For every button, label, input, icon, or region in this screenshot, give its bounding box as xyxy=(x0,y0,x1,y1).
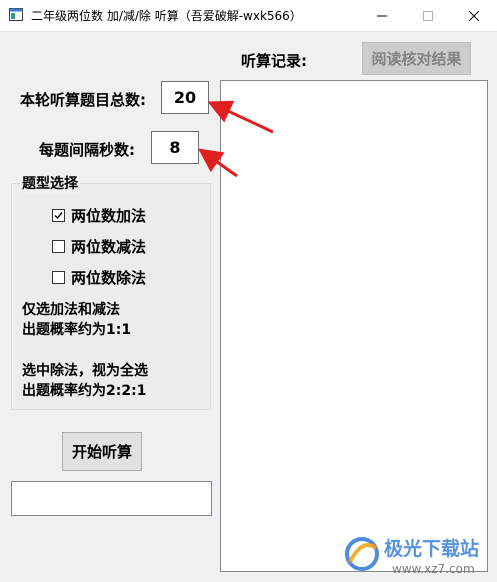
watermark-url: www.xz7.com xyxy=(392,562,475,576)
arrow-to-total-icon xyxy=(207,100,274,134)
maximize-icon xyxy=(423,10,433,21)
annotation-arrows xyxy=(198,100,274,178)
checkbox-division-label: 两位数除法 xyxy=(71,269,147,287)
app-icon xyxy=(9,8,23,21)
checkbox-subtraction-label: 两位数减法 xyxy=(71,238,147,256)
minimize-icon xyxy=(377,15,387,16)
watermark: 极光下载站 www.xz7.com xyxy=(336,526,496,582)
question-type-title: 题型选择 xyxy=(20,173,80,193)
maximize-button[interactable] xyxy=(405,0,451,31)
checkbox-division[interactable]: 两位数除法 xyxy=(52,267,146,288)
arrow-to-interval-icon xyxy=(198,148,238,178)
note-division-line1: 选中除法，视为全选 xyxy=(22,363,148,379)
checkbox-subtraction-box[interactable] xyxy=(52,240,65,253)
check-icon xyxy=(54,212,63,220)
checkbox-addition-label: 两位数加法 xyxy=(71,207,147,225)
aurora-logo-icon xyxy=(345,537,379,571)
check-results-button[interactable]: 阅读核对结果 xyxy=(362,42,471,75)
status-field[interactable] xyxy=(11,481,212,516)
total-questions-label: 本轮听算题目总数: xyxy=(20,91,146,109)
interval-seconds-input[interactable]: 8 xyxy=(151,131,199,164)
checkbox-subtraction[interactable]: 两位数减法 xyxy=(52,236,146,257)
note-division-line2: 出题概率约为2:2:1 xyxy=(22,383,147,399)
note-add-sub-line1: 仅选加法和减法 xyxy=(22,302,120,318)
watermark-brand: 极光下载站 xyxy=(384,538,480,560)
title-bar: 二年级两位数 加/减/除 听算（吾爱破解-wxk566） xyxy=(0,0,497,32)
window-title: 二年级两位数 加/减/除 听算（吾爱破解-wxk566） xyxy=(31,9,302,23)
note-add-sub: 仅选加法和减法 出题概率约为1:1 xyxy=(22,300,131,340)
checkbox-division-box[interactable] xyxy=(52,271,65,284)
record-label: 听算记录: xyxy=(241,52,307,70)
close-button[interactable] xyxy=(451,0,497,31)
note-add-sub-line2: 出题概率约为1:1 xyxy=(22,322,132,338)
interval-seconds-label: 每题间隔秒数: xyxy=(39,141,135,159)
start-button[interactable]: 开始听算 xyxy=(62,432,142,471)
note-division: 选中除法，视为全选 出题概率约为2:2:1 xyxy=(22,361,148,401)
close-icon xyxy=(469,10,479,21)
checkbox-addition-box[interactable] xyxy=(52,209,65,222)
checkbox-addition[interactable]: 两位数加法 xyxy=(52,205,146,226)
minimize-button[interactable] xyxy=(359,0,405,31)
